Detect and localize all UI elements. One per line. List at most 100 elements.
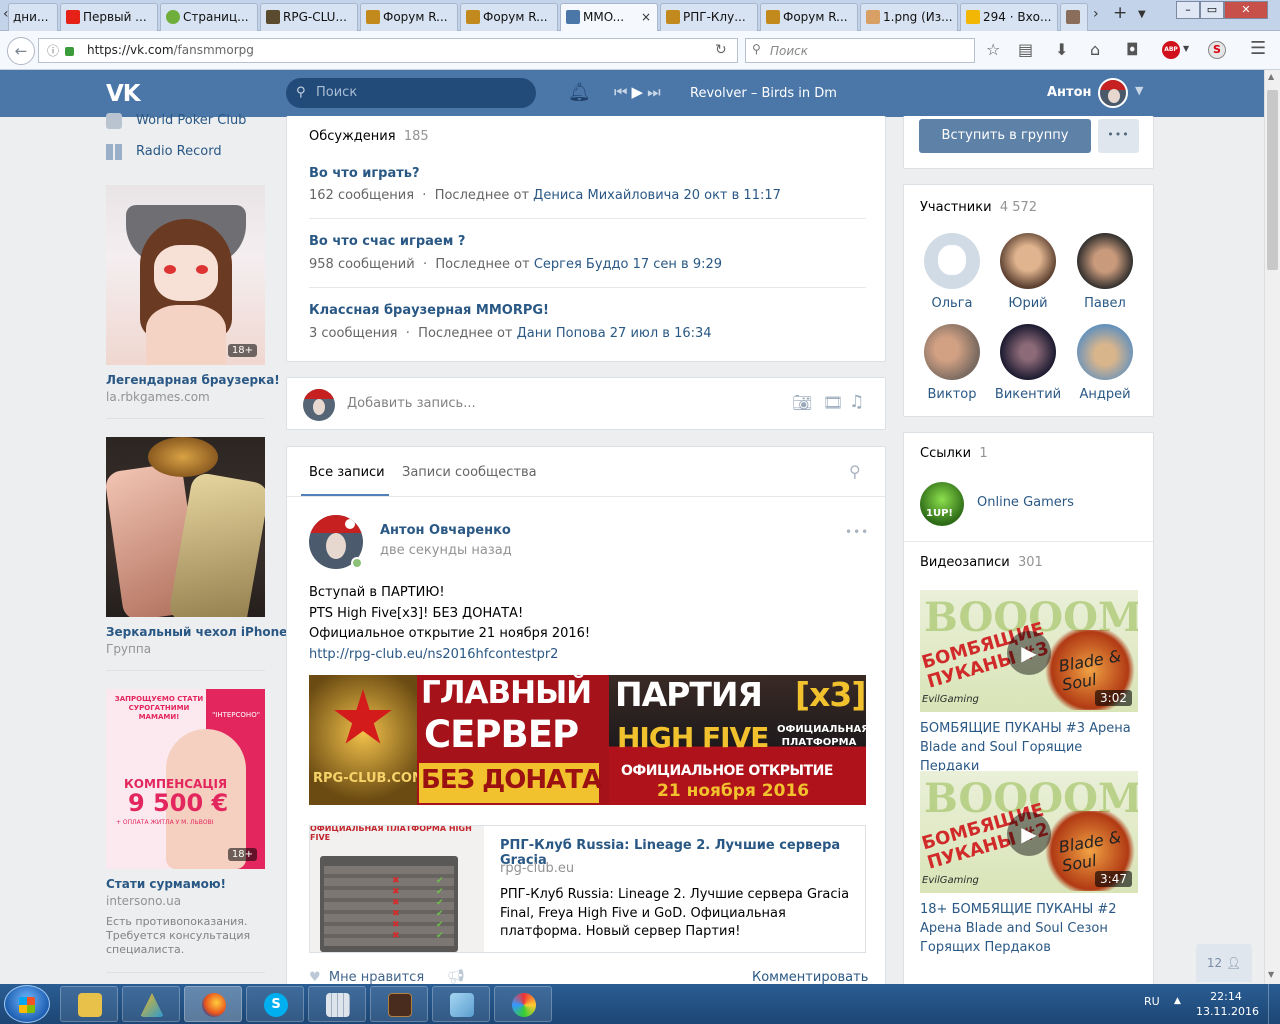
post-image[interactable]: RPG-CLUB.COM ГЛАВНЫЙ СЕРВЕР БЕЗ ДОНАТА П… xyxy=(309,675,866,805)
show-desktop-button[interactable] xyxy=(1268,984,1280,1024)
video-thumbnail[interactable]: BOOOOM БОМБЯЩИЕ ПУКАНЫ #2 EvilGaming Bla… xyxy=(920,771,1138,893)
taskbar-notepad[interactable] xyxy=(432,986,490,1022)
ad-title[interactable]: Стати сурмамою! xyxy=(106,877,226,891)
browser-tab[interactable]: Форум R... xyxy=(760,3,858,31)
share-icon[interactable]: 📢︎ xyxy=(447,969,465,985)
link-snippet[interactable]: ОФИЦИАЛЬНАЯ ПЛАТФОРМА HIGH FIVE ✖ ✖ ✖ ✖ ✖ ✖ ✔… xyxy=(309,825,866,953)
topic-title[interactable]: Классная браузерная MMORPG! xyxy=(309,303,549,318)
browser-tab[interactable]: Форум R... xyxy=(360,3,458,31)
post-options-icon[interactable]: ••• xyxy=(845,525,869,539)
url-bar[interactable]: ⓘ https://vk.com/fansmmorpg ↻ xyxy=(38,38,738,63)
close-window-button[interactable]: ✕ xyxy=(1224,1,1268,19)
language-indicator[interactable]: RU xyxy=(1144,995,1160,1008)
scroll-tabs-right-icon[interactable]: › xyxy=(1093,6,1099,22)
vk-logo-icon[interactable]: VK xyxy=(106,81,141,107)
avatar[interactable] xyxy=(1098,78,1128,108)
music-icon[interactable]: ♫ xyxy=(849,392,864,412)
chevron-down-icon[interactable]: ▼ xyxy=(1135,84,1143,97)
video-thumbnail[interactable]: BOOOOM БОМБЯЩИЕ ПУКАНЫ #3 EvilGaming Bla… xyxy=(920,590,1138,712)
play-icon[interactable]: ▶ xyxy=(1007,631,1051,675)
taskbar-lineage[interactable] xyxy=(370,986,428,1022)
videos-header[interactable]: Видеозаписи 301 xyxy=(920,555,1043,570)
taskbar-skype[interactable]: S xyxy=(246,986,304,1022)
browser-tab[interactable]: РПГ-Клу... xyxy=(660,3,758,31)
browser-tab[interactable]: дни... xyxy=(8,3,58,31)
post-time[interactable]: две секунды назад xyxy=(380,543,512,558)
topic-title[interactable]: Во что счас играем ? xyxy=(309,234,465,249)
browser-tab[interactable]: Форум R... xyxy=(460,3,558,31)
post-author[interactable]: Антон Овчаренко xyxy=(380,523,511,538)
browser-tab[interactable]: Страниц... xyxy=(160,3,258,31)
taskbar-calculator[interactable] xyxy=(308,986,366,1022)
browser-tab[interactable] xyxy=(1060,3,1088,31)
user-name[interactable]: Антон xyxy=(1047,85,1092,100)
discussions-header[interactable]: Обсуждения 185 xyxy=(309,129,429,144)
comment-button[interactable]: Комментировать xyxy=(752,970,868,985)
minimize-button[interactable]: – xyxy=(1176,1,1200,19)
scroll-down-icon[interactable]: ▼ xyxy=(1268,970,1274,979)
online-friends-badge[interactable]: 12 👤︎ xyxy=(1196,944,1252,982)
ad-image[interactable]: ЗАПРОЩУЄМО СТАТИ СУРОГАТНИМИ МАМАМИ! "ІН… xyxy=(106,689,265,869)
taskbar-explorer[interactable] xyxy=(60,986,118,1022)
links-header[interactable]: Ссылки 1 xyxy=(920,446,988,461)
more-actions-button[interactable]: ••• xyxy=(1098,119,1139,153)
home-icon[interactable]: ⌂ xyxy=(1090,40,1100,59)
taskbar-paint[interactable] xyxy=(494,986,552,1022)
page-scrollbar[interactable]: ▲ ▼ xyxy=(1264,70,1280,984)
search-icon[interactable]: ⚲ xyxy=(849,462,861,481)
reading-list-icon[interactable]: ▤ xyxy=(1018,40,1033,59)
chevron-down-icon[interactable]: ▼ xyxy=(1183,44,1189,53)
info-icon[interactable]: ⓘ xyxy=(47,42,59,59)
system-clock[interactable]: 22:14 13.11.2016 xyxy=(1196,989,1259,1019)
tab-community-posts[interactable]: Записи сообщества xyxy=(402,465,537,480)
topic-title[interactable]: Во что играть? xyxy=(309,166,420,181)
ad-image[interactable] xyxy=(106,437,265,617)
browser-tab[interactable]: 294 · Вхо... xyxy=(960,3,1058,31)
bookmark-star-icon[interactable]: ☆ xyxy=(986,40,1000,59)
maximize-button[interactable]: ▭ xyxy=(1200,1,1224,19)
scroll-up-icon[interactable]: ▲ xyxy=(1268,72,1274,81)
video-icon[interactable]: 🎞︎ xyxy=(823,393,843,412)
ad-title[interactable]: Легендарная браузерка! xyxy=(106,373,280,387)
taskbar-firefox[interactable] xyxy=(184,986,242,1022)
scrollbar-thumb[interactable] xyxy=(1267,90,1278,270)
play-icon[interactable]: ▶ xyxy=(632,83,648,101)
left-link[interactable]: World Poker Club xyxy=(136,113,246,128)
adblock-icon[interactable]: ABP xyxy=(1162,41,1180,59)
reload-icon[interactable]: ↻ xyxy=(715,42,727,58)
member[interactable]: Юрий xyxy=(993,233,1063,311)
member[interactable]: Андрей xyxy=(1070,324,1140,402)
vk-search-input[interactable]: ⚲ Поиск xyxy=(286,78,536,108)
left-link[interactable]: Radio Record xyxy=(136,144,222,159)
member[interactable]: Викентий xyxy=(993,324,1063,402)
browser-tab-active[interactable]: MMO... × xyxy=(560,3,658,32)
browser-search-input[interactable]: ⚲ Поиск xyxy=(745,38,975,63)
menu-icon[interactable]: ☰ xyxy=(1250,38,1266,59)
video-title[interactable]: 18+ БОМБЯЩИЕ ПУКАНЫ #2 Арена Blade and S… xyxy=(920,900,1140,957)
like-button[interactable]: ♥ Мне нравится xyxy=(309,970,424,985)
start-button[interactable] xyxy=(4,985,50,1023)
close-tab-icon[interactable]: × xyxy=(641,4,651,30)
ad-title[interactable]: Зеркальный чехол iPhone xyxy=(106,625,287,639)
ad-image[interactable]: 18+ xyxy=(106,185,265,365)
member[interactable]: Виктор xyxy=(917,324,987,402)
taskbar-app[interactable] xyxy=(122,986,180,1022)
join-group-button[interactable]: Вступить в группу xyxy=(919,119,1091,153)
video-title[interactable]: БОМБЯЩИЕ ПУКАНЫ #3 Арена Blade and Soul … xyxy=(920,719,1140,776)
camera-icon[interactable]: 📷︎ xyxy=(792,393,812,412)
post-link[interactable]: http://rpg-club.eu/ns2016hfcontestpr2 xyxy=(309,645,590,666)
back-button[interactable]: ← xyxy=(7,37,35,65)
browser-tab[interactable]: RPG-CLU... xyxy=(260,3,358,31)
link-icon[interactable]: 1UP! xyxy=(920,482,964,526)
downloads-icon[interactable]: ⬇ xyxy=(1055,40,1068,59)
member[interactable]: Ольга xyxy=(917,233,987,311)
tray-chevron-icon[interactable]: ▲ xyxy=(1174,996,1181,1006)
notifications-bell-icon[interactable]: 🔔︎ xyxy=(568,82,591,103)
members-header[interactable]: Участники 4 572 xyxy=(920,200,1037,215)
composer-input[interactable]: Добавить запись... xyxy=(347,396,476,411)
play-icon[interactable]: ▶ xyxy=(1007,812,1051,856)
link-name[interactable]: Online Gamers xyxy=(977,495,1074,510)
new-tab-button[interactable]: + xyxy=(1113,3,1127,23)
current-track[interactable]: Revolver – Birds in Dm xyxy=(690,86,837,101)
previous-track-icon[interactable]: ⏮︎ xyxy=(614,83,632,101)
